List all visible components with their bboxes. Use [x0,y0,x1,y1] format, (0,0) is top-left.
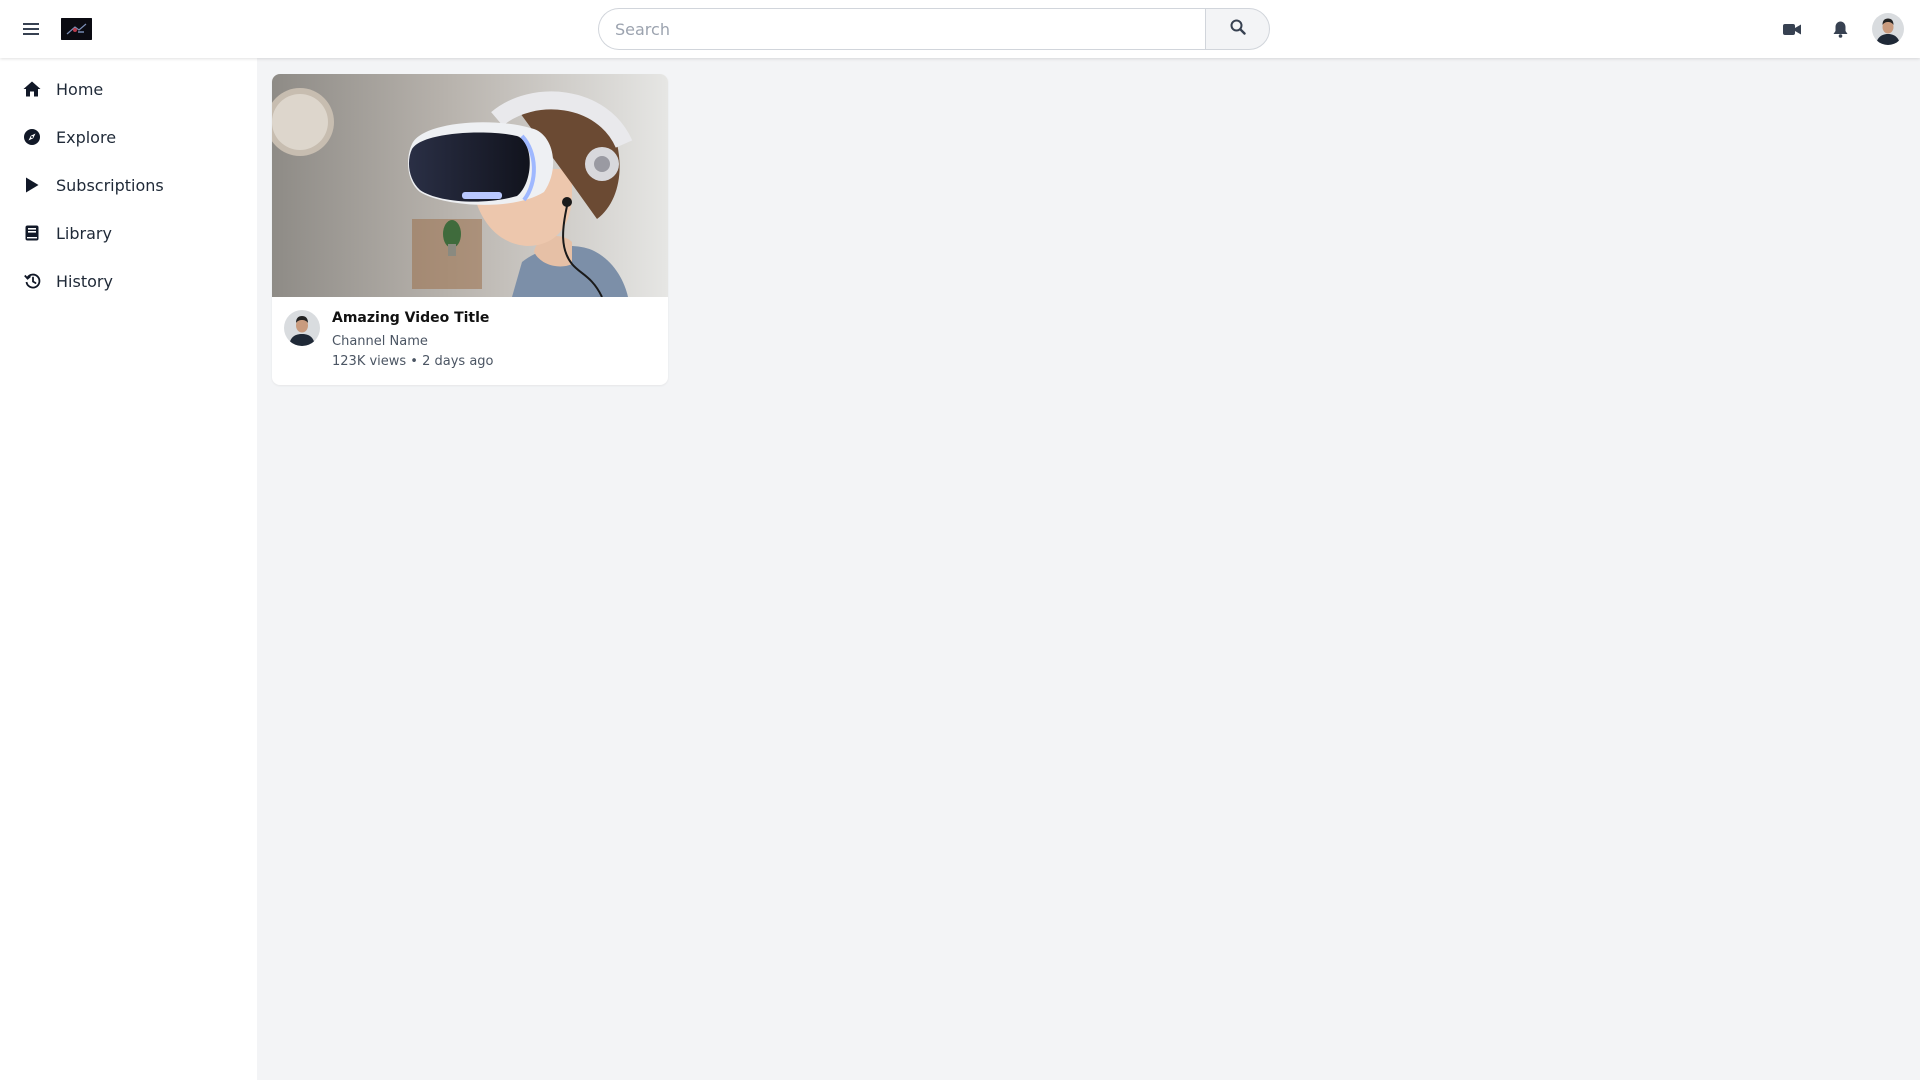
sidebar-item-library[interactable]: Library [0,210,257,256]
video-card[interactable]: Amazing Video Title Channel Name 123K vi… [272,74,668,385]
bell-icon[interactable] [1828,17,1852,41]
sidebar-item-label: Home [56,79,104,99]
play-icon [22,175,42,195]
search-bar [598,8,1270,50]
video-title[interactable]: Amazing Video Title [332,310,489,326]
sidebar-item-label: History [56,271,113,291]
sidebar-item-label: Subscriptions [56,175,164,195]
book-icon [22,223,42,243]
video-meta: 123K views • 2 days ago [332,354,494,369]
user-avatar[interactable] [1872,13,1904,45]
home-icon [22,79,42,99]
video-info: Amazing Video Title Channel Name 123K vi… [272,297,668,385]
search-input[interactable] [598,8,1205,50]
sidebar-item-explore[interactable]: Explore [0,114,257,160]
sidebar-item-history[interactable]: History [0,258,257,304]
search-button[interactable] [1205,8,1270,50]
video-thumbnail[interactable] [272,74,668,297]
sidebar-item-label: Library [56,223,112,243]
channel-name[interactable]: Channel Name [332,334,428,349]
history-icon [22,271,42,291]
sidebar-item-home[interactable]: Home [0,66,257,112]
sidebar-item-label: Explore [56,127,117,147]
sidebar: Home Explore Subscriptions Library Histo… [0,58,257,1080]
top-header [0,0,1920,58]
sidebar-item-subscriptions[interactable]: Subscriptions [0,162,257,208]
menu-icon[interactable] [18,17,44,41]
search-icon [1230,19,1246,39]
video-camera-icon[interactable] [1780,17,1804,41]
compass-icon [22,127,42,147]
channel-avatar[interactable] [284,310,320,346]
site-logo[interactable] [61,18,92,40]
